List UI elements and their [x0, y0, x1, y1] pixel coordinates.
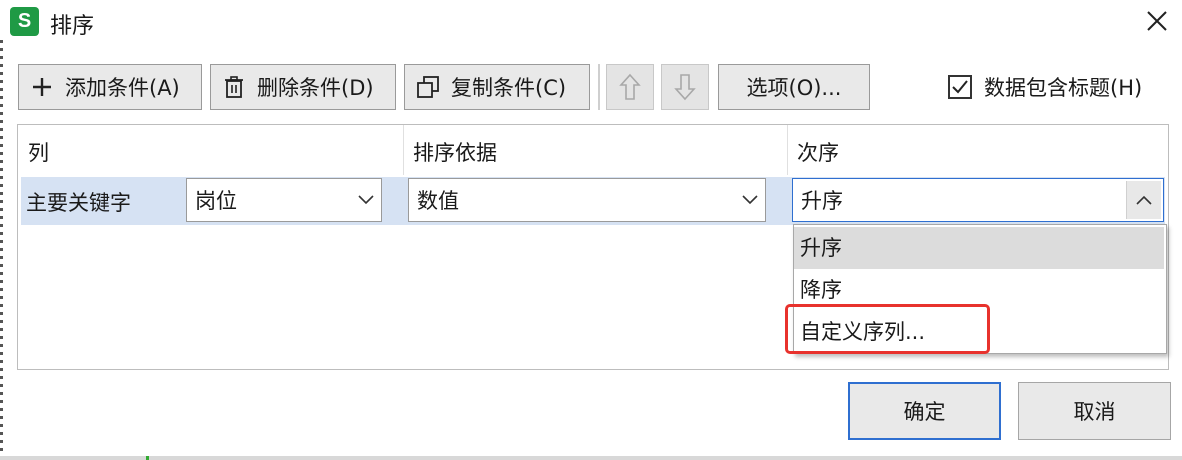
column-header-order: 次序: [797, 141, 839, 165]
order-select-value: 升序: [801, 189, 843, 213]
copy-condition-label: 复制条件(C): [451, 76, 567, 100]
move-up-button[interactable]: [606, 64, 654, 110]
move-down-button[interactable]: [661, 64, 709, 110]
app-logo-icon: S: [10, 7, 39, 36]
window-edge: [0, 40, 3, 460]
sort-dialog: S 排序 添加条件(A) 删除条件(D) 复制条件(C) 选项(O)... 数据…: [0, 0, 1182, 460]
order-select[interactable]: 升序: [792, 178, 1164, 222]
header-checkbox-label: 数据包含标题(H): [984, 76, 1143, 100]
title-bar: S 排序: [0, 0, 1182, 44]
add-condition-button[interactable]: 添加条件(A): [18, 64, 202, 110]
dialog-title: 排序: [50, 14, 95, 39]
plus-icon: [29, 74, 55, 100]
header-row-toggle[interactable]: 数据包含标题(H): [948, 72, 1142, 102]
close-button[interactable]: [1140, 4, 1174, 38]
cancel-button[interactable]: 取消: [1018, 382, 1171, 440]
column-select[interactable]: 岗位: [186, 178, 382, 222]
header-checkbox[interactable]: [948, 75, 972, 99]
basis-select-value: 数值: [417, 189, 459, 213]
copy-condition-button[interactable]: 复制条件(C): [404, 64, 590, 110]
dropdown-option-ascending[interactable]: 升序: [794, 227, 1164, 269]
column-select-value: 岗位: [195, 189, 237, 213]
toolbar-divider: [598, 64, 600, 110]
add-condition-label: 添加条件(A): [65, 76, 180, 100]
column-divider: [403, 125, 404, 175]
basis-select[interactable]: 数值: [408, 178, 766, 222]
window-bottom-edge: [0, 456, 1182, 460]
arrow-down-icon: [674, 74, 696, 101]
delete-condition-label: 删除条件(D): [257, 76, 374, 100]
options-button[interactable]: 选项(O)...: [718, 64, 870, 110]
trash-icon: [221, 74, 247, 100]
chevron-up-icon[interactable]: [1126, 181, 1161, 219]
ok-button[interactable]: 确定: [848, 382, 1001, 440]
arrow-up-icon: [619, 73, 641, 100]
close-icon: [1147, 11, 1167, 31]
chevron-down-icon: [735, 195, 765, 205]
row-key-label: 主要关键字: [26, 191, 131, 215]
delete-condition-button[interactable]: 删除条件(D): [210, 64, 396, 110]
column-divider: [787, 125, 788, 175]
copy-icon: [415, 74, 441, 100]
chevron-down-icon: [351, 195, 381, 205]
checkmark-icon: [952, 80, 968, 94]
annotation-highlight-box: [785, 304, 990, 354]
column-header-column: 列: [28, 141, 49, 165]
column-header-basis: 排序依据: [413, 141, 497, 165]
